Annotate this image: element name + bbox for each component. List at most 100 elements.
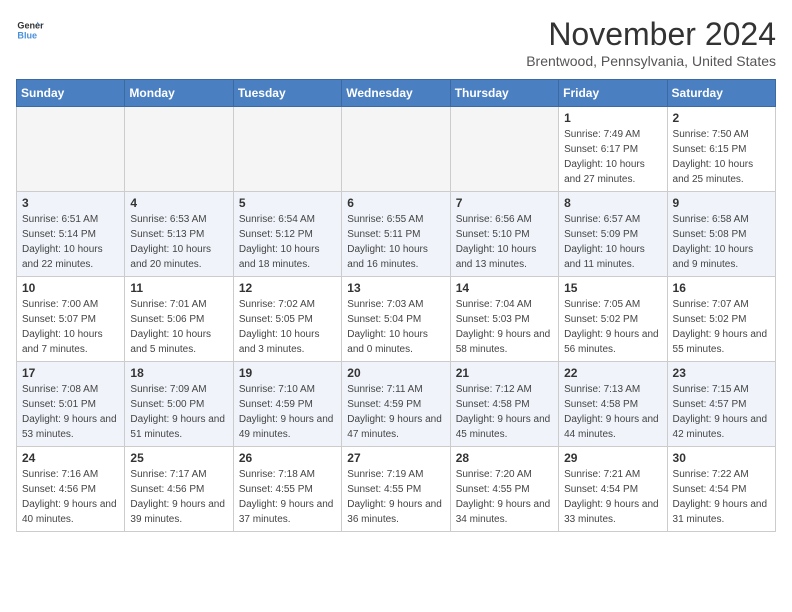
calendar-day-cell: 18 Sunrise: 7:09 AM Sunset: 5:00 PM Dayli…	[125, 362, 233, 447]
day-detail: Sunrise: 7:08 AM Sunset: 5:01 PM Dayligh…	[22, 382, 119, 442]
day-detail: Sunrise: 7:21 AM Sunset: 4:54 PM Dayligh…	[564, 467, 661, 527]
calendar-day-cell: 15 Sunrise: 7:05 AM Sunset: 5:02 PM Dayli…	[559, 277, 667, 362]
calendar-day-cell	[450, 107, 558, 192]
calendar-day-cell: 9 Sunrise: 6:58 AM Sunset: 5:08 PM Daylig…	[667, 192, 775, 277]
day-number: 19	[239, 366, 336, 380]
calendar-day-cell: 24Sunrise: 7:16 AM Sunset: 4:56 PM Dayli…	[17, 447, 125, 532]
svg-text:General: General	[17, 21, 44, 31]
day-number: 22	[564, 366, 661, 380]
day-detail: Sunrise: 7:04 AM Sunset: 5:03 PM Dayligh…	[456, 297, 553, 357]
day-number: 26	[239, 451, 336, 465]
day-number: 18	[130, 366, 227, 380]
calendar-day-cell: 7Sunrise: 6:56 AM Sunset: 5:10 PM Daylig…	[450, 192, 558, 277]
month-title: November 2024	[526, 16, 776, 53]
svg-text:Blue: Blue	[17, 30, 37, 40]
calendar-week-row: 24Sunrise: 7:16 AM Sunset: 4:56 PM Dayli…	[17, 447, 776, 532]
calendar-day-cell	[342, 107, 450, 192]
day-detail: Sunrise: 7:00 AM Sunset: 5:07 PM Dayligh…	[22, 297, 119, 357]
calendar-week-row: 3 Sunrise: 6:51 AM Sunset: 5:14 PM Daylig…	[17, 192, 776, 277]
calendar-table: SundayMondayTuesdayWednesdayThursdayFrid…	[16, 79, 776, 532]
day-number: 6	[347, 196, 444, 210]
calendar-day-cell: 26 Sunrise: 7:18 AM Sunset: 4:55 PM Dayli…	[233, 447, 341, 532]
day-detail: Sunrise: 7:12 AM Sunset: 4:58 PM Dayligh…	[456, 382, 553, 442]
day-number: 29	[564, 451, 661, 465]
day-detail: Sunrise: 7:07 AM Sunset: 5:02 PM Dayligh…	[673, 297, 770, 357]
day-detail: Sunrise: 7:16 AM Sunset: 4:56 PM Dayligh…	[22, 467, 119, 527]
day-detail: Sunrise: 6:55 AM Sunset: 5:11 PM Dayligh…	[347, 212, 444, 272]
day-number: 11	[130, 281, 227, 295]
calendar-day-cell: 16 Sunrise: 7:07 AM Sunset: 5:02 PM Dayli…	[667, 277, 775, 362]
day-of-week-header: Monday	[125, 80, 233, 107]
day-detail: Sunrise: 7:20 AM Sunset: 4:55 PM Dayligh…	[456, 467, 553, 527]
header: General Blue November 2024 Brentwood, Pe…	[16, 16, 776, 69]
calendar-day-cell: 25 Sunrise: 7:17 AM Sunset: 4:56 PM Dayli…	[125, 447, 233, 532]
day-number: 8	[564, 196, 661, 210]
calendar-day-cell: 8 Sunrise: 6:57 AM Sunset: 5:09 PM Daylig…	[559, 192, 667, 277]
calendar-day-cell: 22 Sunrise: 7:13 AM Sunset: 4:58 PM Dayli…	[559, 362, 667, 447]
day-number: 15	[564, 281, 661, 295]
day-number: 23	[673, 366, 770, 380]
day-detail: Sunrise: 6:58 AM Sunset: 5:08 PM Dayligh…	[673, 212, 770, 272]
day-detail: Sunrise: 7:19 AM Sunset: 4:55 PM Dayligh…	[347, 467, 444, 527]
logo: General Blue	[16, 16, 44, 44]
calendar-day-cell: 13Sunrise: 7:03 AM Sunset: 5:04 PM Dayli…	[342, 277, 450, 362]
day-of-week-header: Wednesday	[342, 80, 450, 107]
day-detail: Sunrise: 7:09 AM Sunset: 5:00 PM Dayligh…	[130, 382, 227, 442]
calendar-day-cell: 11Sunrise: 7:01 AM Sunset: 5:06 PM Dayli…	[125, 277, 233, 362]
day-number: 25	[130, 451, 227, 465]
day-number: 5	[239, 196, 336, 210]
day-number: 21	[456, 366, 553, 380]
day-detail: Sunrise: 7:15 AM Sunset: 4:57 PM Dayligh…	[673, 382, 770, 442]
day-number: 28	[456, 451, 553, 465]
day-detail: Sunrise: 7:50 AM Sunset: 6:15 PM Dayligh…	[673, 127, 770, 187]
day-detail: Sunrise: 7:17 AM Sunset: 4:56 PM Dayligh…	[130, 467, 227, 527]
day-detail: Sunrise: 7:22 AM Sunset: 4:54 PM Dayligh…	[673, 467, 770, 527]
day-number: 16	[673, 281, 770, 295]
calendar-day-cell: 30 Sunrise: 7:22 AM Sunset: 4:54 PM Dayli…	[667, 447, 775, 532]
calendar-week-row: 10Sunrise: 7:00 AM Sunset: 5:07 PM Dayli…	[17, 277, 776, 362]
day-detail: Sunrise: 7:11 AM Sunset: 4:59 PM Dayligh…	[347, 382, 444, 442]
day-detail: Sunrise: 6:53 AM Sunset: 5:13 PM Dayligh…	[130, 212, 227, 272]
day-number: 4	[130, 196, 227, 210]
calendar-day-cell: 3 Sunrise: 6:51 AM Sunset: 5:14 PM Daylig…	[17, 192, 125, 277]
calendar-day-cell	[125, 107, 233, 192]
calendar-day-cell: 6 Sunrise: 6:55 AM Sunset: 5:11 PM Daylig…	[342, 192, 450, 277]
calendar-day-cell: 14 Sunrise: 7:04 AM Sunset: 5:03 PM Dayli…	[450, 277, 558, 362]
calendar-day-cell: 4 Sunrise: 6:53 AM Sunset: 5:13 PM Daylig…	[125, 192, 233, 277]
calendar-week-row: 17 Sunrise: 7:08 AM Sunset: 5:01 PM Dayli…	[17, 362, 776, 447]
day-number: 13	[347, 281, 444, 295]
calendar-day-cell	[233, 107, 341, 192]
calendar-day-cell: 21 Sunrise: 7:12 AM Sunset: 4:58 PM Dayli…	[450, 362, 558, 447]
day-detail: Sunrise: 7:13 AM Sunset: 4:58 PM Dayligh…	[564, 382, 661, 442]
day-number: 30	[673, 451, 770, 465]
day-detail: Sunrise: 7:18 AM Sunset: 4:55 PM Dayligh…	[239, 467, 336, 527]
day-number: 2	[673, 111, 770, 125]
calendar-day-cell: 19Sunrise: 7:10 AM Sunset: 4:59 PM Dayli…	[233, 362, 341, 447]
day-detail: Sunrise: 6:54 AM Sunset: 5:12 PM Dayligh…	[239, 212, 336, 272]
day-of-week-header: Tuesday	[233, 80, 341, 107]
day-number: 12	[239, 281, 336, 295]
day-detail: Sunrise: 7:05 AM Sunset: 5:02 PM Dayligh…	[564, 297, 661, 357]
day-number: 9	[673, 196, 770, 210]
calendar-day-cell: 12 Sunrise: 7:02 AM Sunset: 5:05 PM Dayli…	[233, 277, 341, 362]
calendar-day-cell	[17, 107, 125, 192]
day-of-week-header: Sunday	[17, 80, 125, 107]
day-number: 3	[22, 196, 119, 210]
day-detail: Sunrise: 7:49 AM Sunset: 6:17 PM Dayligh…	[564, 127, 661, 187]
day-detail: Sunrise: 6:57 AM Sunset: 5:09 PM Dayligh…	[564, 212, 661, 272]
day-detail: Sunrise: 6:51 AM Sunset: 5:14 PM Dayligh…	[22, 212, 119, 272]
calendar-header-row: SundayMondayTuesdayWednesdayThursdayFrid…	[17, 80, 776, 107]
day-number: 17	[22, 366, 119, 380]
day-detail: Sunrise: 7:02 AM Sunset: 5:05 PM Dayligh…	[239, 297, 336, 357]
calendar-day-cell: 27 Sunrise: 7:19 AM Sunset: 4:55 PM Dayli…	[342, 447, 450, 532]
day-detail: Sunrise: 6:56 AM Sunset: 5:10 PM Dayligh…	[456, 212, 553, 272]
day-number: 1	[564, 111, 661, 125]
day-number: 27	[347, 451, 444, 465]
calendar-day-cell: 23 Sunrise: 7:15 AM Sunset: 4:57 PM Dayli…	[667, 362, 775, 447]
calendar-day-cell: 20Sunrise: 7:11 AM Sunset: 4:59 PM Dayli…	[342, 362, 450, 447]
calendar-day-cell: 29 Sunrise: 7:21 AM Sunset: 4:54 PM Dayli…	[559, 447, 667, 532]
day-number: 14	[456, 281, 553, 295]
day-of-week-header: Friday	[559, 80, 667, 107]
calendar-day-cell: 1 Sunrise: 7:49 AM Sunset: 6:17 PM Daylig…	[559, 107, 667, 192]
day-of-week-header: Saturday	[667, 80, 775, 107]
